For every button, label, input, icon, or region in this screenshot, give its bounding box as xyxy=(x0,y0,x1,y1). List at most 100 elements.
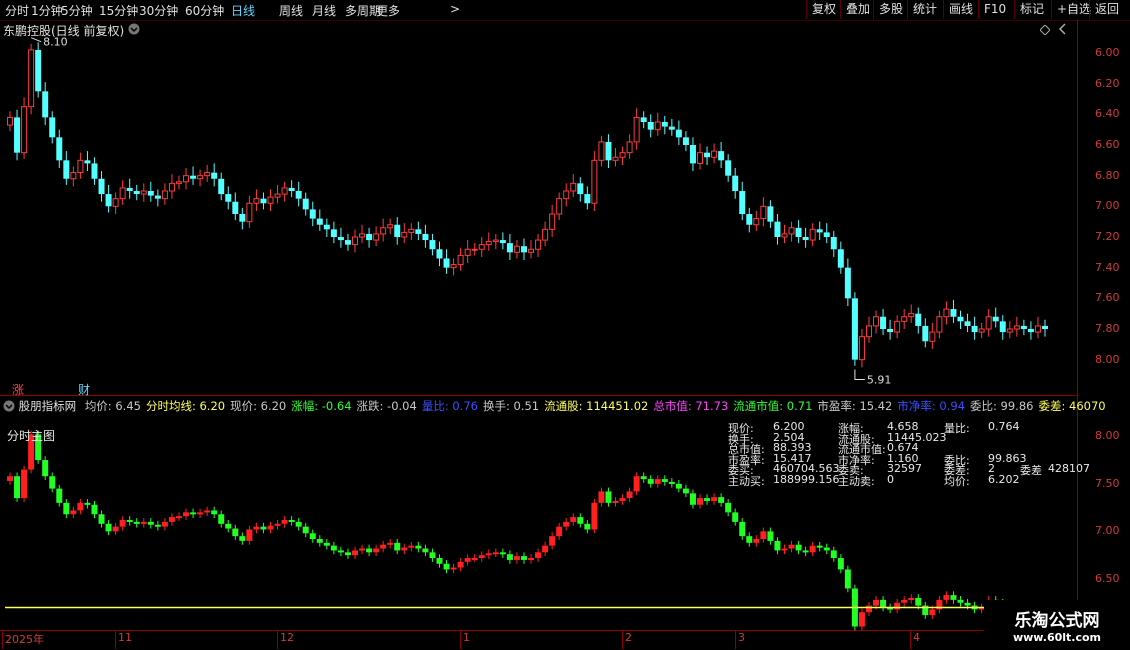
toolbar-button[interactable]: 标记 xyxy=(1014,0,1049,19)
ind-bar xyxy=(689,493,696,505)
toolbar-button[interactable]: 多股 xyxy=(873,0,908,19)
candle-body xyxy=(1042,325,1048,329)
candle-body xyxy=(640,117,647,122)
candle-body xyxy=(239,214,246,222)
indicator-tick-label: 8.00 xyxy=(1095,429,1120,443)
candle-body xyxy=(936,316,943,333)
timeframe-tab[interactable]: 更多 xyxy=(376,2,400,19)
candle-body xyxy=(471,248,478,251)
ind-bar xyxy=(760,531,767,539)
ind-bar xyxy=(950,595,957,600)
candle-body xyxy=(985,316,992,330)
price-tick-label: 6.80 xyxy=(1095,168,1120,182)
ind-bar xyxy=(767,531,774,541)
candle-body xyxy=(28,49,35,108)
ind-bar xyxy=(739,521,746,537)
ind-bar xyxy=(302,526,309,534)
ind-bar xyxy=(781,548,788,551)
ind-bar xyxy=(528,558,535,561)
ind-bar xyxy=(429,552,436,559)
toolbar-button[interactable]: 返回 xyxy=(1089,0,1124,19)
ind-bar xyxy=(563,521,570,527)
candle-body xyxy=(408,228,415,233)
ind-bar xyxy=(204,510,211,513)
toolbar-button[interactable]: 统计 xyxy=(907,0,942,19)
ind-bar xyxy=(612,500,619,503)
candle-body xyxy=(689,145,696,164)
ind-bar xyxy=(471,558,478,561)
timeframe-tab[interactable]: 30分钟 xyxy=(139,2,178,19)
candle-body xyxy=(302,198,309,210)
timeframe-tab[interactable]: 1分钟 xyxy=(31,2,63,19)
candle-body xyxy=(718,151,725,161)
timeframe-tab[interactable]: 60分钟 xyxy=(185,2,224,19)
candle-body xyxy=(873,316,880,327)
ind-bar xyxy=(133,521,140,524)
candle-body xyxy=(1013,325,1020,330)
date-label: 1 xyxy=(463,631,470,644)
toolbar-button[interactable]: 复权 xyxy=(806,0,841,19)
candle-body xyxy=(330,229,337,237)
toolbar-button[interactable]: 叠加 xyxy=(840,0,875,19)
indicator-source[interactable]: 股朋指标网 xyxy=(19,399,77,413)
price-tick-label: 7.40 xyxy=(1095,260,1120,274)
candle-body xyxy=(816,229,823,233)
date-tick xyxy=(910,631,911,649)
ind-bar xyxy=(816,545,823,548)
candle-body xyxy=(98,178,105,195)
candle-body xyxy=(577,183,584,195)
ind-bar xyxy=(682,488,689,494)
chevron-right-icon[interactable]: > xyxy=(450,2,460,16)
candle-body xyxy=(246,202,253,223)
timeframe-tab[interactable]: 分时 xyxy=(5,2,29,19)
overlay-label: 分时主图 xyxy=(7,429,56,443)
candle-body xyxy=(732,175,739,191)
ind-bar xyxy=(711,497,718,501)
candle-body xyxy=(344,240,351,245)
ind-bar xyxy=(260,526,267,530)
indicator-tick-label: 7.00 xyxy=(1095,524,1120,538)
ind-bar xyxy=(281,519,288,524)
candle-body xyxy=(929,331,936,342)
timeframe-tab[interactable]: 15分钟 xyxy=(99,2,138,19)
ind-bar xyxy=(570,517,577,522)
candle-body xyxy=(922,325,929,342)
candle-body xyxy=(274,193,281,198)
price-tick-label: 6.60 xyxy=(1095,138,1120,151)
candlestick-chart[interactable]: 8.10 5.91 xyxy=(0,20,1078,395)
ind-bar xyxy=(697,498,703,505)
timeframe-tab[interactable]: 周线 xyxy=(279,2,303,19)
ind-bar xyxy=(732,512,739,522)
candle-body xyxy=(753,218,760,226)
date-tick xyxy=(2,631,3,649)
candle-body xyxy=(112,198,119,207)
info-cell: 0 xyxy=(887,472,894,486)
candle-body xyxy=(197,175,204,180)
info-cell: 0.764 xyxy=(988,420,1020,433)
timeframe-tab[interactable]: 5分钟 xyxy=(61,2,93,19)
candle-body xyxy=(844,267,851,299)
low-pointer xyxy=(854,369,865,380)
candle-body xyxy=(154,195,161,199)
ind-bar xyxy=(246,529,253,541)
date-tick xyxy=(460,631,461,649)
ind-bar xyxy=(49,476,56,489)
ind-bar xyxy=(401,547,408,551)
ind-bar xyxy=(880,599,887,608)
ind-bar xyxy=(197,512,204,515)
candle-body xyxy=(971,325,978,333)
marker-finance[interactable]: 财 xyxy=(78,381,90,398)
candle-body xyxy=(380,227,387,235)
candle-body xyxy=(964,321,971,326)
ind-bar xyxy=(112,526,119,532)
candle-body xyxy=(14,117,21,153)
info-cell: 委差 xyxy=(1020,464,1042,477)
timeframe-tab[interactable]: 日线 xyxy=(231,2,255,19)
price-tick-label: 7.20 xyxy=(1095,230,1120,243)
toolbar-button[interactable]: F10 xyxy=(978,0,1011,19)
timeframe-tab[interactable]: 月线 xyxy=(312,2,336,19)
toolbar-button[interactable]: 画线 xyxy=(943,0,978,19)
candle-body xyxy=(894,320,901,333)
candle-body xyxy=(253,198,260,204)
marker-rise[interactable]: 涨 xyxy=(12,381,24,398)
